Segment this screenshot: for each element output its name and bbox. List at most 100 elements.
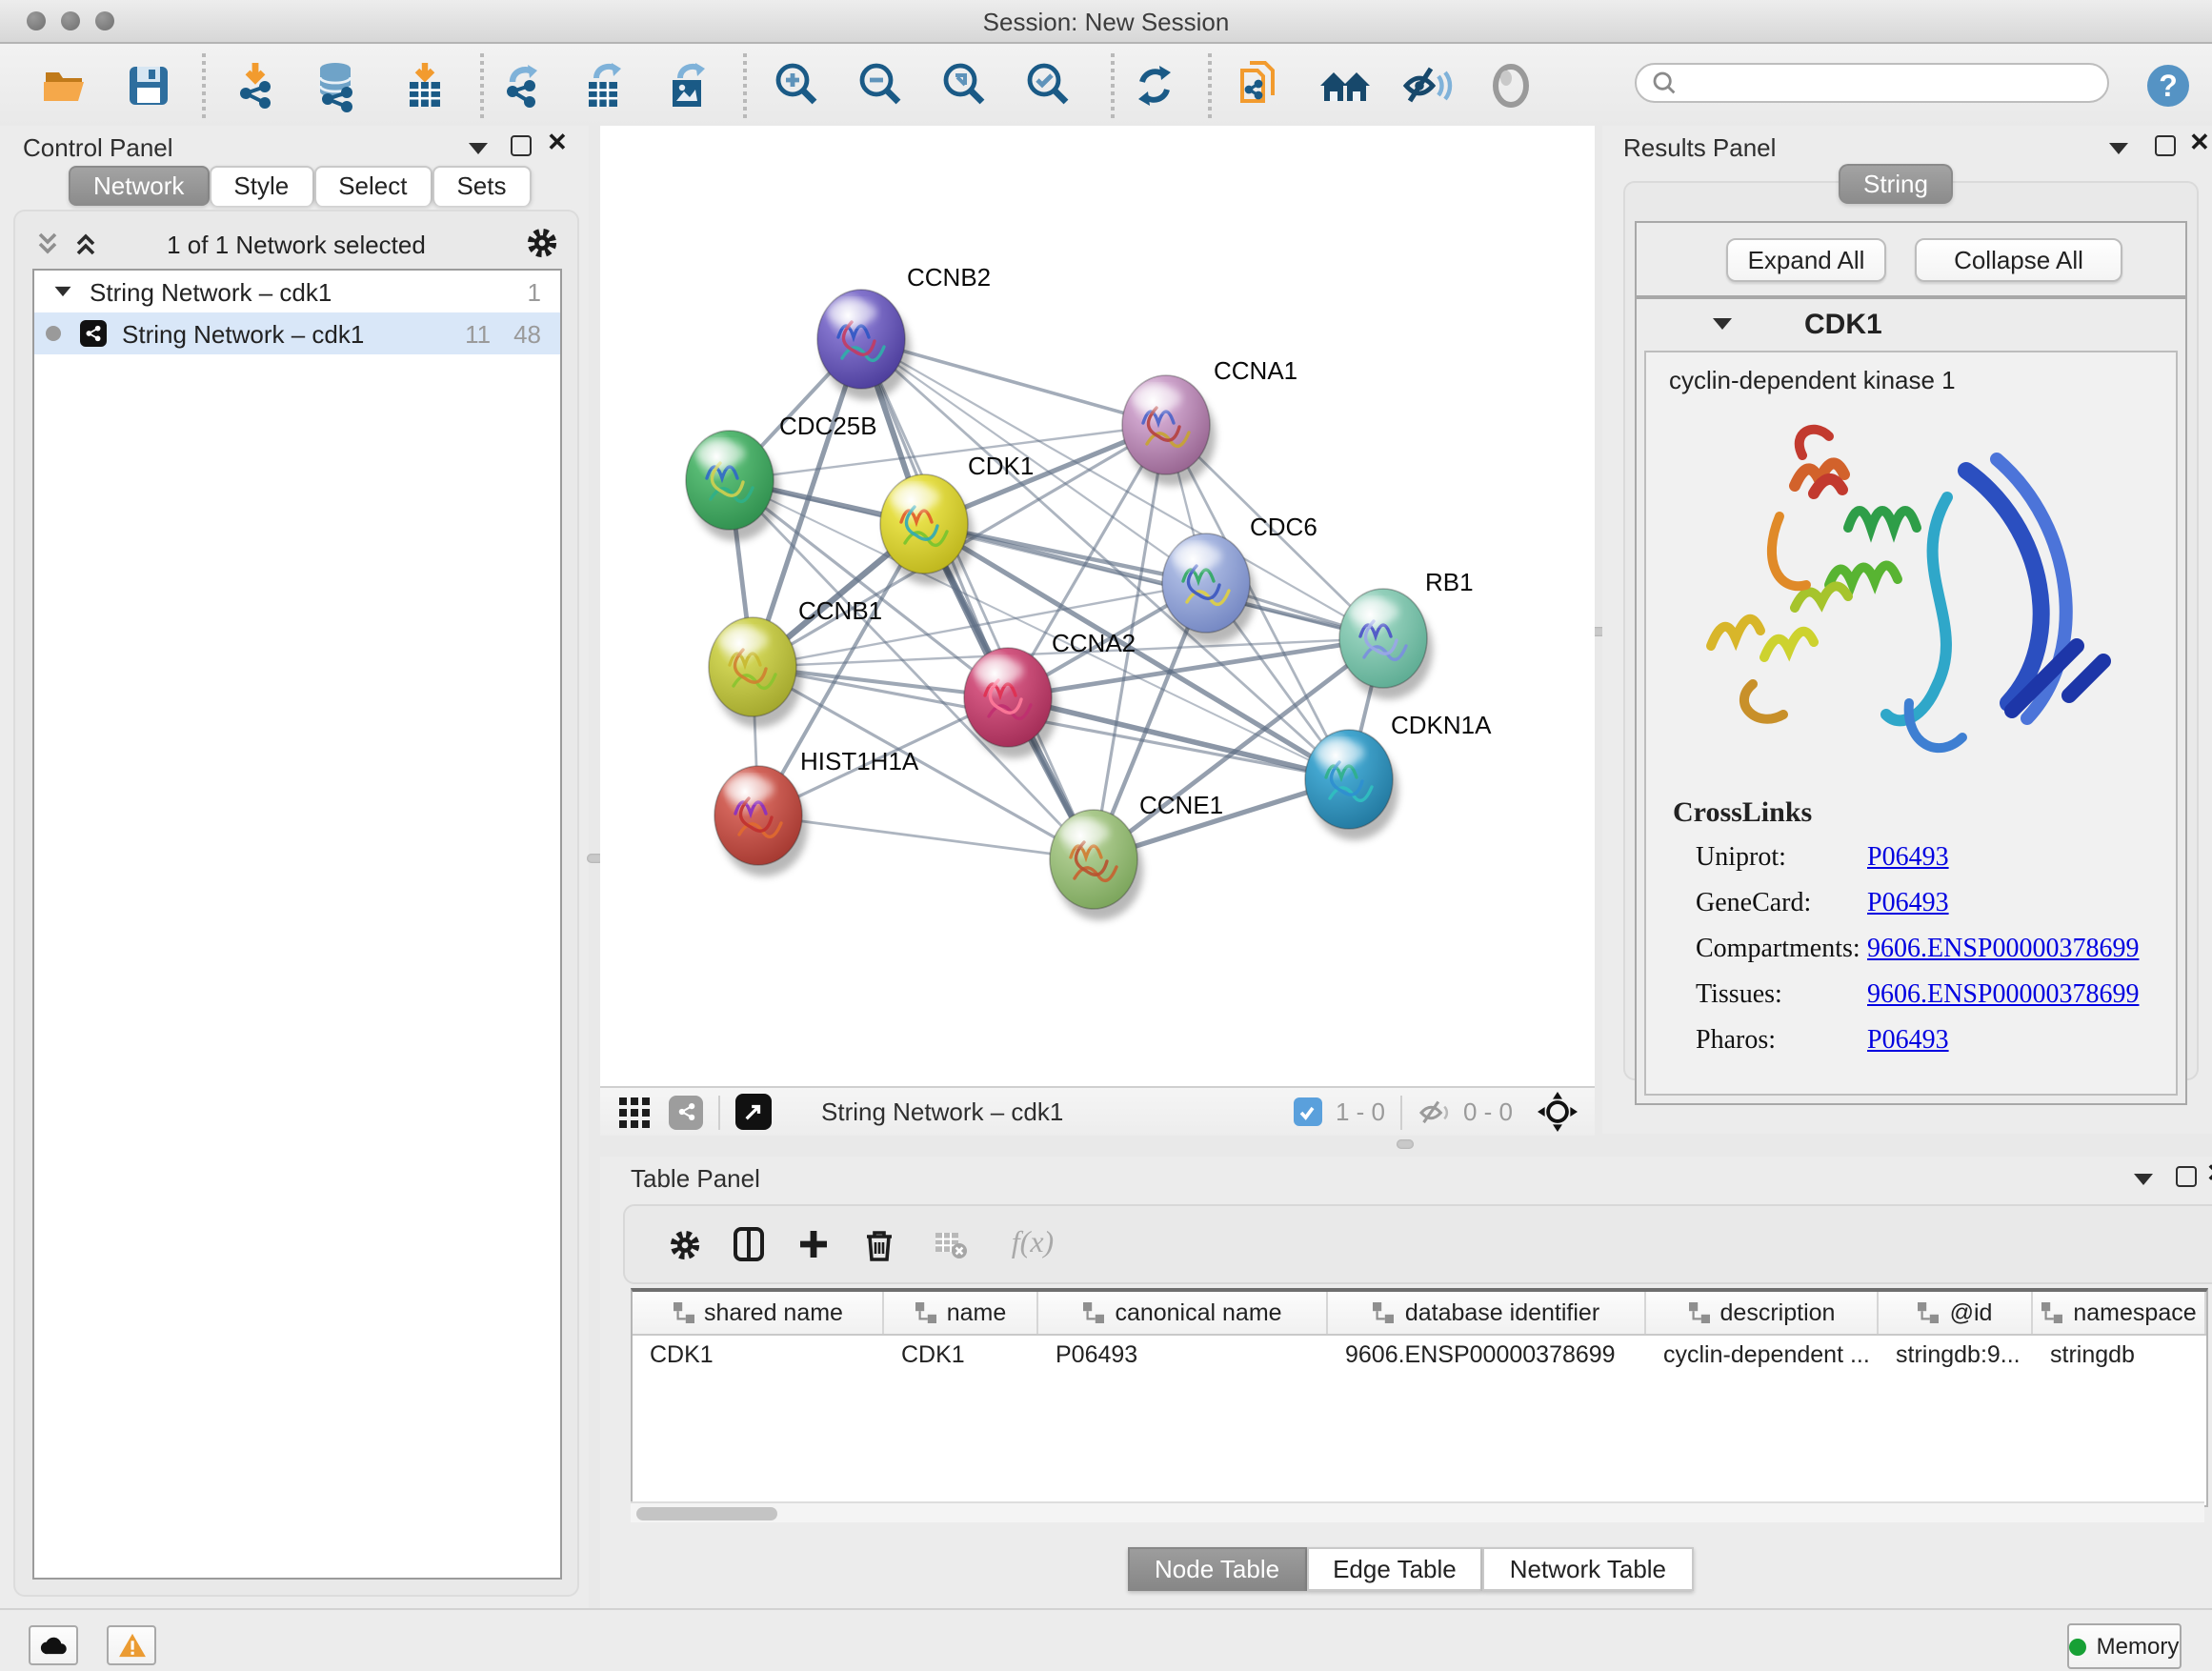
toolbar-divider bbox=[1400, 1095, 1402, 1129]
table-settings-button[interactable] bbox=[659, 1219, 709, 1269]
zoom-out-button[interactable] bbox=[854, 57, 911, 114]
selected-checkbox-icon bbox=[1294, 1097, 1322, 1126]
collection-disclosure-triangle[interactable] bbox=[55, 287, 71, 296]
delete-column-button[interactable] bbox=[854, 1219, 903, 1269]
open-session-button[interactable] bbox=[36, 57, 93, 114]
crosslink-value[interactable]: P06493 bbox=[1867, 1027, 1949, 1057]
import-network-database-button[interactable] bbox=[309, 57, 366, 114]
node-HIST1H1A[interactable]: HIST1H1A bbox=[714, 747, 919, 876]
column-header-description[interactable]: description bbox=[1646, 1292, 1879, 1334]
node-label-HIST1H1A: HIST1H1A bbox=[800, 747, 919, 775]
string-home-button[interactable] bbox=[1317, 57, 1374, 114]
results-panel-close-button[interactable]: ✕ bbox=[2189, 128, 2210, 158]
scrollbar-thumb[interactable] bbox=[636, 1506, 777, 1520]
table-cell: stringdb:9... bbox=[1879, 1336, 2033, 1372]
import-network-file-button[interactable] bbox=[229, 57, 286, 114]
tab-node-table[interactable]: Node Table bbox=[1128, 1547, 1306, 1591]
share-document-button[interactable] bbox=[1231, 57, 1288, 114]
control-panel-menu-button[interactable] bbox=[469, 143, 488, 154]
export-image-icon bbox=[663, 59, 716, 112]
zoom-selected-button[interactable] bbox=[1021, 57, 1078, 114]
birds-eye-view-button[interactable] bbox=[619, 1097, 650, 1127]
collapse-all-button[interactable]: Collapse All bbox=[1915, 238, 2122, 282]
tab-edge-table[interactable]: Edge Table bbox=[1306, 1547, 1483, 1591]
cloud-button[interactable] bbox=[29, 1625, 78, 1665]
import-table-file-button[interactable] bbox=[396, 57, 453, 114]
gene-section-header[interactable]: CDK1 bbox=[1637, 299, 2185, 349]
network-node-count: 11 bbox=[465, 319, 491, 348]
tab-network[interactable]: Network bbox=[69, 166, 209, 206]
network-collection-row[interactable]: String Network – cdk1 1 bbox=[34, 271, 560, 312]
column-header-namespace[interactable]: namespace bbox=[2033, 1292, 2206, 1334]
tab-style[interactable]: Style bbox=[209, 166, 313, 206]
results-panel-float-button[interactable] bbox=[2155, 135, 2176, 156]
column-header-shared-name[interactable]: shared name bbox=[633, 1292, 884, 1334]
zoom-fit-button[interactable] bbox=[937, 57, 995, 114]
node-CCNE1[interactable]: CCNE1 bbox=[1050, 791, 1223, 920]
network-share-button[interactable] bbox=[669, 1095, 703, 1129]
table-panel-menu-button[interactable] bbox=[2134, 1174, 2153, 1185]
table-panel: Table Panel ✕ bbox=[600, 1157, 2212, 1608]
crosslink-value[interactable]: P06493 bbox=[1867, 844, 1949, 875]
network-row[interactable]: String Network – cdk1 11 48 bbox=[34, 312, 560, 354]
tab-string[interactable]: String bbox=[1839, 164, 1953, 204]
gene-disclosure-triangle[interactable] bbox=[1713, 318, 1732, 330]
edge-CCNE1-HIST1H1A[interactable] bbox=[758, 815, 1094, 859]
eye-disabled-icon bbox=[1486, 61, 1536, 111]
table-hscrollbar[interactable] bbox=[631, 1501, 2204, 1522]
export-network-button[interactable] bbox=[495, 57, 553, 114]
right-splitter[interactable] bbox=[1595, 126, 1602, 1134]
control-panel-float-button[interactable] bbox=[511, 135, 532, 156]
refresh-button[interactable] bbox=[1126, 57, 1183, 114]
node-RB1[interactable]: RB1 bbox=[1339, 568, 1474, 699]
eye-slash-icon bbox=[1400, 61, 1454, 111]
column-header-database-identifier[interactable]: database identifier bbox=[1328, 1292, 1646, 1334]
show-columns-button[interactable] bbox=[724, 1219, 774, 1269]
network-canvas[interactable]: CCNB2CCNA1CDC25BCDK1CDC6RB1CCNB1CCNA2CDK… bbox=[600, 126, 1595, 1086]
expand-collapse-bar: Expand All Collapse All bbox=[1635, 221, 2187, 297]
horizontal-splitter[interactable] bbox=[600, 1134, 2212, 1157]
network-options-button[interactable] bbox=[526, 227, 558, 259]
left-splitter[interactable] bbox=[589, 126, 600, 1608]
column-header--id[interactable]: @id bbox=[1879, 1292, 2033, 1334]
crosslink-label: Tissues: bbox=[1696, 981, 1867, 1012]
crosslink-value[interactable]: P06493 bbox=[1867, 890, 1949, 920]
search-box bbox=[1635, 63, 2109, 103]
help-button[interactable]: ? bbox=[2140, 57, 2197, 114]
gene-details: cyclin-dependent kinase 1 bbox=[1644, 351, 2178, 1096]
table-panel-close-button[interactable]: ✕ bbox=[2206, 1158, 2212, 1189]
zoom-in-button[interactable] bbox=[770, 57, 827, 114]
node-CDKN1A[interactable]: CDKN1A bbox=[1305, 711, 1492, 840]
crosslink-value[interactable]: 9606.ENSP00000378699 bbox=[1867, 981, 2139, 1012]
crosslink-label: GeneCard: bbox=[1696, 890, 1867, 920]
table-row[interactable]: CDK1CDK1P064939606.ENSP00000378699cyclin… bbox=[633, 1336, 2206, 1372]
export-image-button[interactable] bbox=[661, 57, 718, 114]
warnings-button[interactable] bbox=[107, 1625, 156, 1665]
export-table-button[interactable] bbox=[577, 57, 634, 114]
node-CDC6[interactable]: CDC6 bbox=[1162, 513, 1317, 644]
search-input[interactable] bbox=[1686, 68, 2107, 98]
show-graphics-details-button[interactable] bbox=[1482, 57, 1539, 114]
memory-button[interactable]: Memory bbox=[2067, 1623, 2182, 1669]
hide-graphics-details-button[interactable] bbox=[1398, 57, 1456, 114]
network-view-toolbar: String Network – cdk1 1 - 0 0 - 0 bbox=[600, 1086, 1595, 1136]
create-column-button[interactable] bbox=[789, 1219, 838, 1269]
save-session-button[interactable] bbox=[120, 57, 177, 114]
table-panel-float-button[interactable] bbox=[2176, 1166, 2197, 1187]
crosslink-value[interactable]: 9606.ENSP00000378699 bbox=[1867, 936, 2139, 966]
splitter-handle[interactable] bbox=[1397, 1139, 1414, 1149]
open-in-browser-button[interactable] bbox=[735, 1094, 772, 1130]
tab-network-table[interactable]: Network Table bbox=[1483, 1547, 1693, 1591]
table-cell: stringdb bbox=[2033, 1336, 2206, 1372]
control-panel-close-button[interactable]: ✕ bbox=[547, 128, 568, 158]
cloud-icon bbox=[39, 1636, 68, 1655]
function-builder-button[interactable]: f(x) bbox=[995, 1219, 1071, 1269]
results-panel-menu-button[interactable] bbox=[2109, 143, 2128, 154]
expand-all-button[interactable]: Expand All bbox=[1726, 238, 1886, 282]
column-header-canonical-name[interactable]: canonical name bbox=[1038, 1292, 1328, 1334]
tab-select[interactable]: Select bbox=[313, 166, 432, 206]
column-header-name[interactable]: name bbox=[884, 1292, 1038, 1334]
delete-table-button[interactable] bbox=[926, 1219, 975, 1269]
tab-sets[interactable]: Sets bbox=[432, 166, 531, 206]
pan-mode-button[interactable] bbox=[1538, 1092, 1578, 1132]
